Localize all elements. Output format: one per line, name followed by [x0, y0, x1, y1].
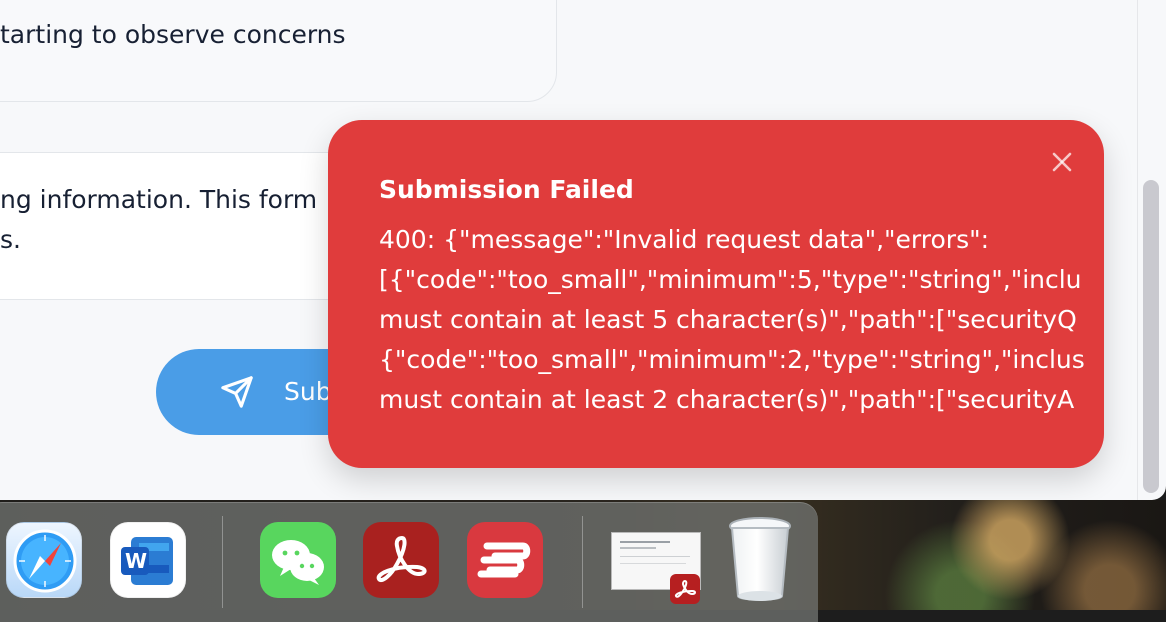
send-icon — [221, 376, 253, 408]
toast-title: Submission Failed — [379, 175, 634, 204]
safari-icon[interactable] — [6, 522, 82, 598]
submit-button-label: Sub — [284, 377, 332, 406]
toast-message-line: must contain at least 2 character(s)","p… — [379, 385, 1075, 414]
dock-separator — [222, 516, 223, 608]
document-preview-line — [620, 541, 670, 543]
vertical-scrollbar[interactable] — [1143, 180, 1159, 493]
information-text-line-1: ng information. This form — [0, 185, 318, 214]
document-preview-line — [620, 547, 656, 549]
toast-message-line: {"code":"too_small","minimum":2,"type":"… — [379, 345, 1085, 374]
toast-message: 400: {"message":"Invalid request data","… — [379, 220, 1104, 420]
information-card — [0, 152, 345, 300]
document-preview-line — [620, 563, 686, 564]
close-icon[interactable] — [1046, 146, 1078, 178]
top-card-text: tarting to observe concerns — [0, 20, 346, 49]
trash-icon[interactable] — [724, 516, 796, 604]
microsoft-word-icon[interactable]: W — [110, 522, 186, 598]
information-text-line-2: s. — [0, 225, 21, 254]
browser-window: tarting to observe concerns ng informati… — [0, 0, 1166, 500]
document-preview-line — [620, 556, 690, 557]
toast-message-line: 400: {"message":"Invalid request data","… — [379, 225, 990, 254]
expressvpn-icon[interactable] — [467, 522, 543, 598]
submission-error-toast: Submission Failed 400: {"message":"Inval… — [328, 120, 1104, 468]
window-divider — [1137, 0, 1138, 500]
wechat-icon[interactable] — [260, 522, 336, 598]
toast-message-line: [{"code":"too_small","minimum":5,"type":… — [379, 265, 1082, 294]
dock-separator — [582, 516, 583, 608]
adobe-acrobat-icon[interactable] — [363, 522, 439, 598]
toast-message-line: must contain at least 5 character(s)","p… — [379, 305, 1077, 334]
svg-text:W: W — [125, 549, 147, 573]
adobe-acrobat-badge-icon — [670, 574, 700, 604]
